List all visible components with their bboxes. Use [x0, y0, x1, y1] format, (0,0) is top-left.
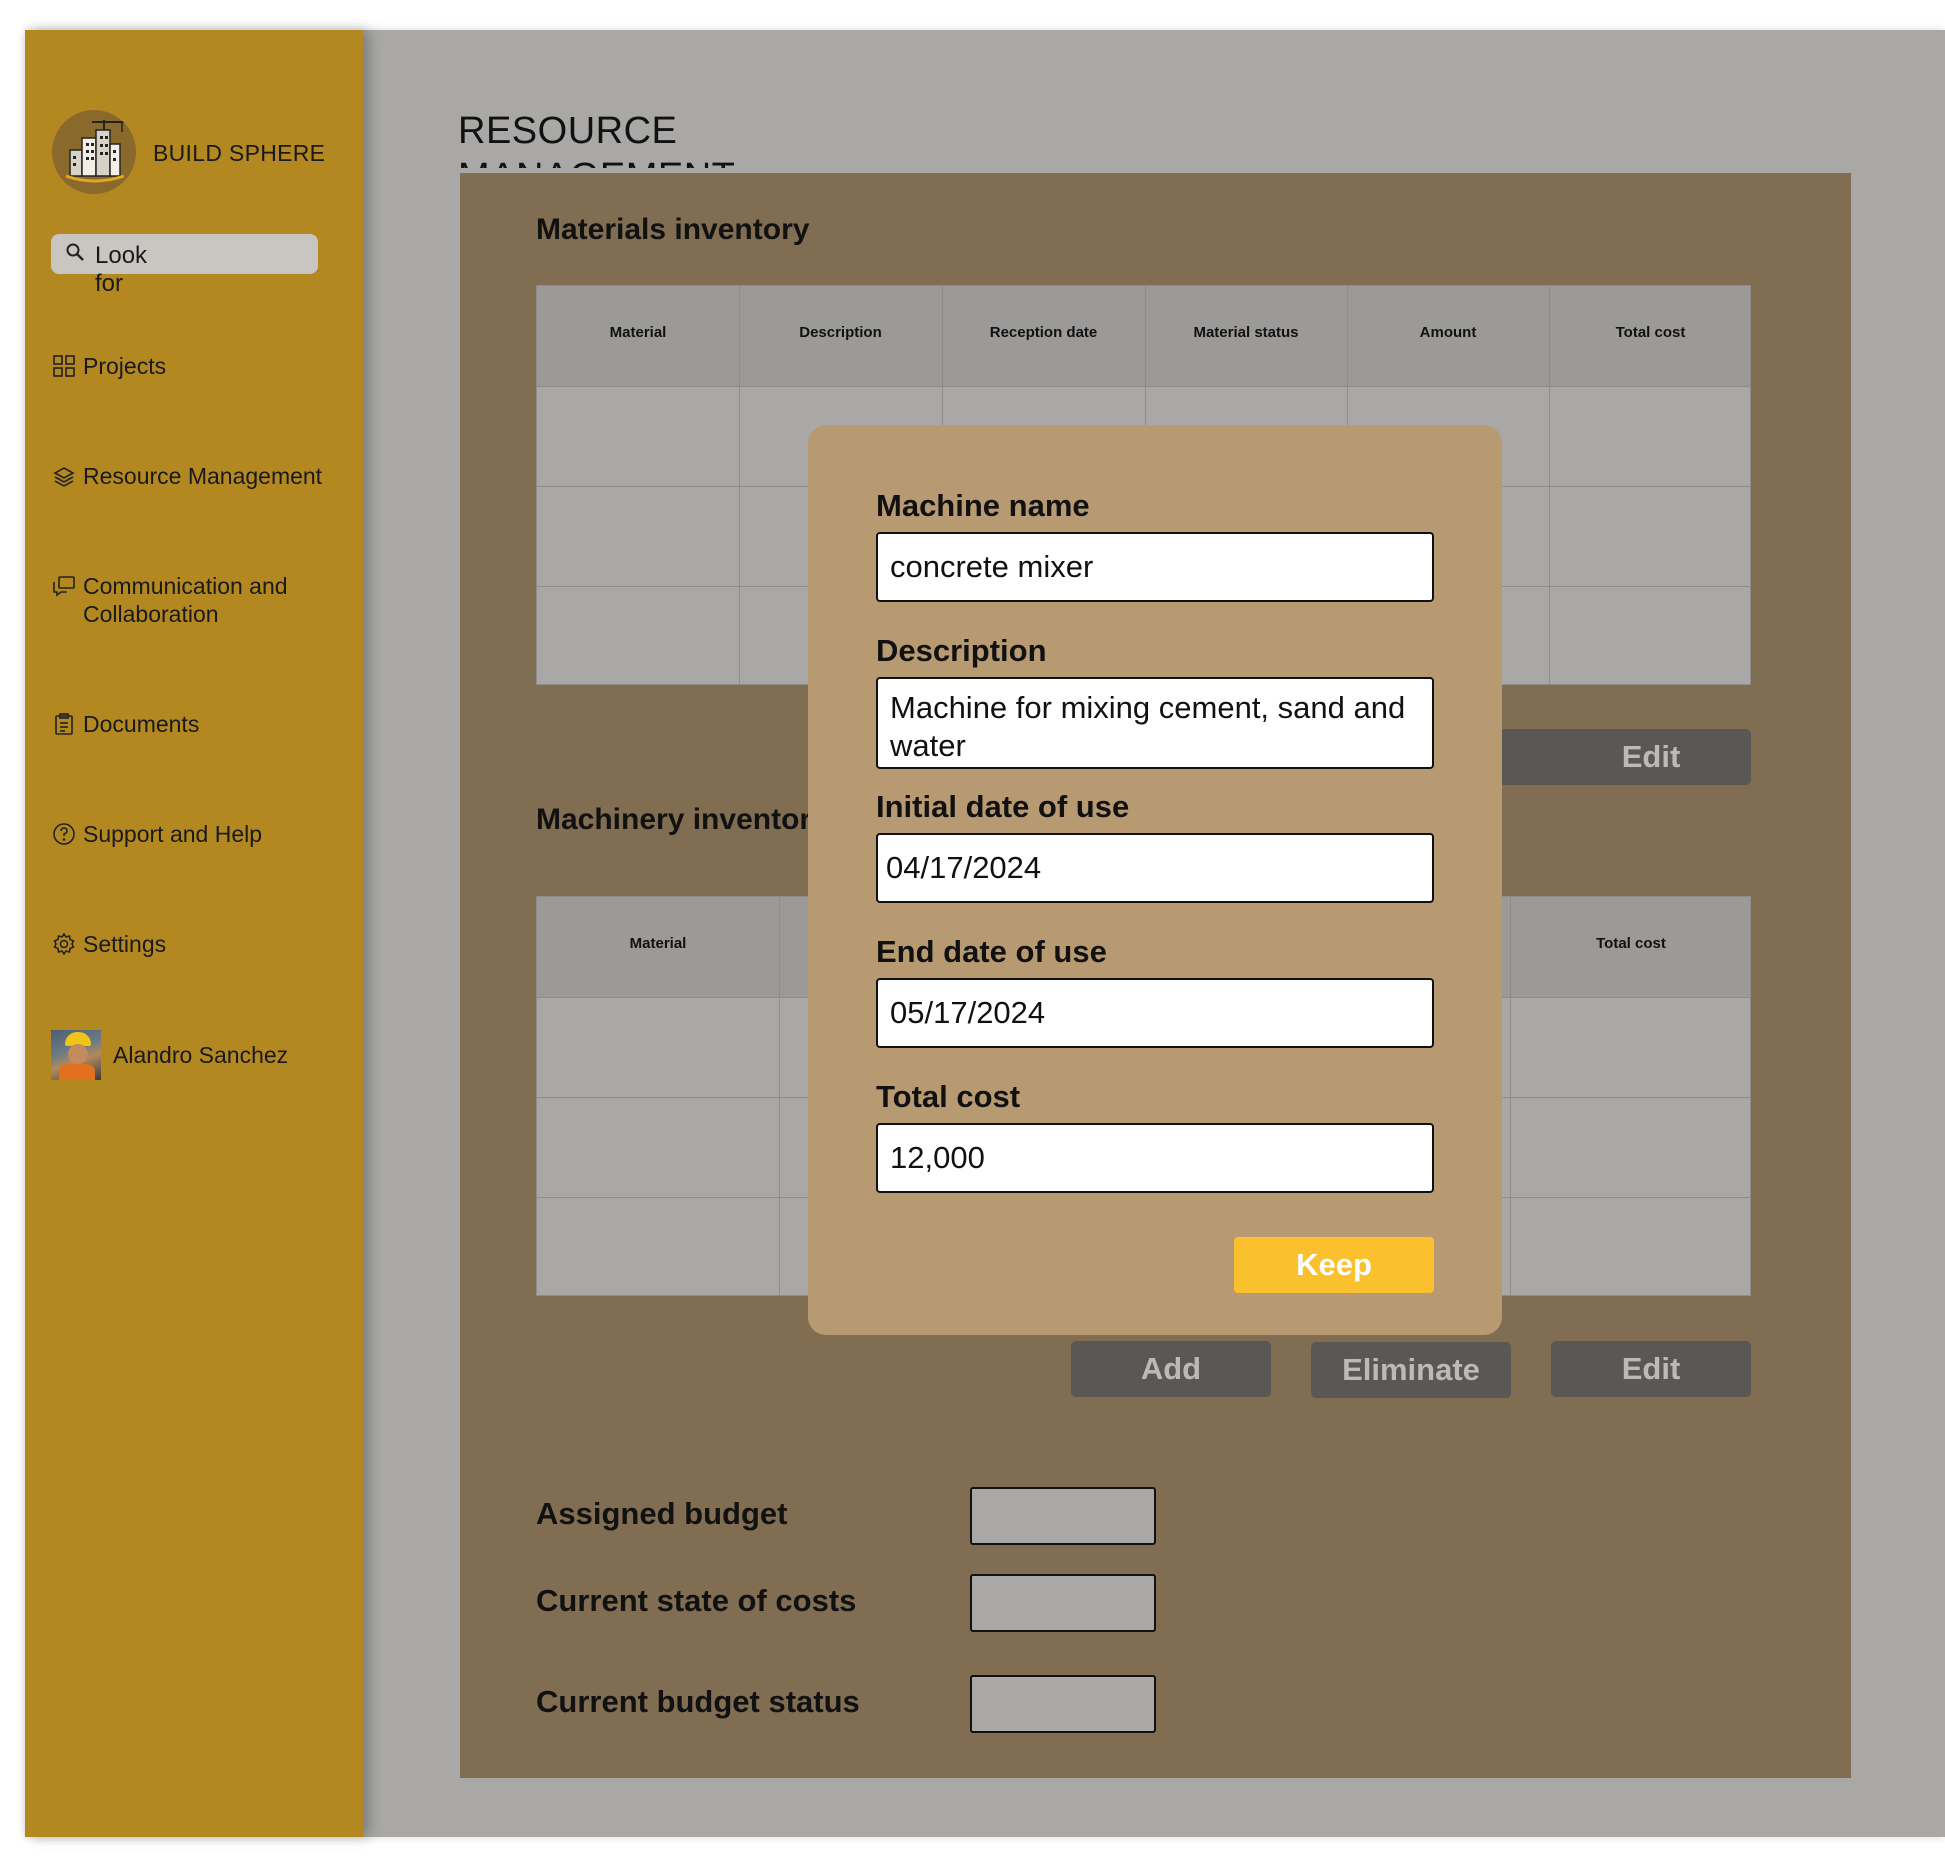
page-title: RESOURCE MANAGEMENT	[458, 110, 735, 168]
column-header-material-status: Material status	[1193, 324, 1299, 341]
sidebar-item-label: Settings	[83, 931, 167, 957]
budget-status-label: Current budget status	[536, 1684, 860, 1719]
start-date-label: Initial date of use	[876, 789, 1130, 824]
sidebar: BUILD SPHERE Look for Projects Resource …	[25, 30, 363, 1837]
gear-icon	[51, 931, 77, 957]
app-window: BUILD SPHERE Look for Projects Resource …	[0, 0, 1945, 1870]
avatar	[51, 1030, 101, 1080]
column-header-material: Material	[609, 324, 667, 341]
end-date-label: End date of use	[876, 934, 1107, 969]
assigned-budget-label: Assigned budget	[536, 1496, 788, 1531]
eliminate-button[interactable]: Eliminate	[1311, 1342, 1511, 1398]
materials-title: Materials inventory	[536, 213, 810, 246]
machinery-title: Machinery inventory	[536, 803, 828, 836]
sidebar-item-label: Projects	[83, 353, 167, 379]
sidebar-item-label: Communication and Collaboration	[83, 573, 288, 627]
user-name: Alandro Sanchez	[113, 1041, 289, 1068]
assigned-budget-field[interactable]	[970, 1487, 1156, 1545]
column-header-material: Material	[629, 935, 687, 952]
total-cost-label: Total cost	[876, 1079, 1021, 1114]
description-input[interactable]: Machine for mixing cement, sand and wate…	[876, 677, 1434, 769]
buildings-icon	[65, 120, 125, 183]
sidebar-item-label: Documents	[83, 711, 200, 737]
user-profile[interactable]: Alandro Sanchez	[51, 1030, 288, 1080]
search-box[interactable]: Look for	[51, 234, 318, 297]
help-circle-icon	[51, 821, 77, 847]
sidebar-item-communication[interactable]: Communication and Collaboration	[51, 572, 351, 628]
materials-edit-button[interactable]: Edit	[1551, 729, 1751, 785]
logo	[52, 110, 136, 194]
column-header-total-cost: Total cost	[1596, 935, 1666, 952]
column-header-description: Description	[799, 324, 882, 341]
column-header-total-cost: Total cost	[1615, 324, 1686, 341]
sidebar-item-label: Resource Management	[83, 463, 323, 489]
current-costs-field[interactable]	[970, 1574, 1156, 1632]
end-date-input[interactable]: 05/17/2024	[876, 978, 1434, 1048]
brand-name: BUILD SPHERE	[153, 140, 326, 166]
grid-icon	[51, 353, 77, 379]
machine-name-label: Machine name	[876, 488, 1090, 523]
clipboard-icon	[51, 711, 77, 737]
search-icon	[66, 243, 84, 261]
column-header-reception-date: Reception date	[989, 324, 1098, 341]
machinery-edit-button[interactable]: Edit	[1551, 1341, 1751, 1397]
total-cost-input[interactable]: 12,000	[876, 1123, 1434, 1193]
sidebar-item-label: Support and Help	[83, 821, 263, 847]
add-button[interactable]: Add	[1071, 1341, 1271, 1397]
sidebar-item-documents[interactable]: Documents	[51, 710, 199, 738]
keep-button[interactable]: Keep	[1234, 1237, 1434, 1293]
current-costs-label: Current state of costs	[536, 1583, 857, 1618]
start-date-input[interactable]: 04/17/2024	[876, 833, 1434, 903]
column-header-amount: Amount	[1419, 324, 1477, 341]
sidebar-item-support[interactable]: Support and Help	[51, 820, 262, 848]
sidebar-item-resource-management[interactable]: Resource Management	[51, 462, 322, 490]
add-machine-dialog: Machine name concrete mixer Description …	[808, 425, 1502, 1335]
machine-name-input[interactable]: concrete mixer	[876, 532, 1434, 602]
search-placeholder: Look for	[95, 242, 148, 297]
budget-status-field[interactable]	[970, 1675, 1156, 1733]
description-label: Description	[876, 633, 1047, 668]
sidebar-item-projects[interactable]: Projects	[51, 352, 166, 380]
sidebar-item-settings[interactable]: Settings	[51, 930, 166, 958]
chat-icon	[51, 573, 77, 599]
layers-icon	[51, 463, 77, 489]
